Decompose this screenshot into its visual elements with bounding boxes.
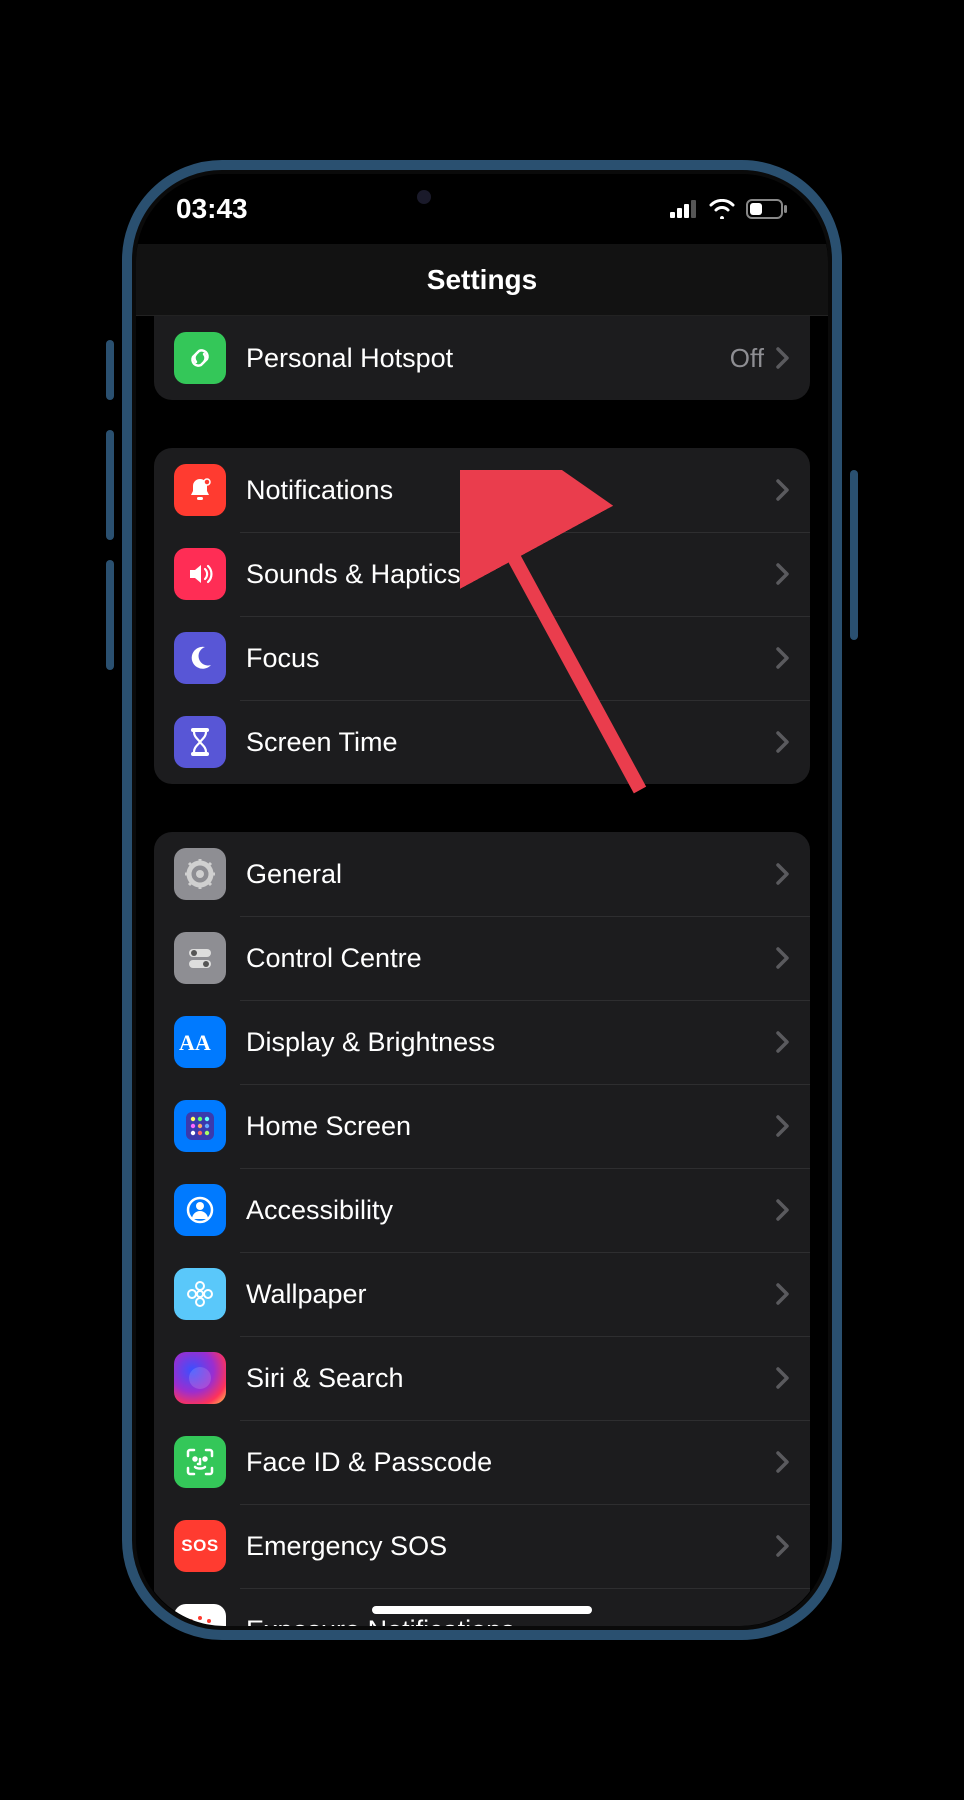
wifi-icon xyxy=(708,199,736,219)
aa-icon: AA xyxy=(174,1016,226,1068)
battery-icon xyxy=(746,199,788,219)
settings-row-personal-hotspot[interactable]: Personal HotspotOff xyxy=(154,316,810,400)
home-indicator[interactable] xyxy=(372,1606,592,1614)
row-label: Accessibility xyxy=(246,1195,776,1226)
settings-group: Notifications Sounds & Haptics Focus Screen… xyxy=(154,448,810,784)
row-label: Exposure Notifications xyxy=(246,1615,776,1627)
person-icon xyxy=(174,1184,226,1236)
settings-list[interactable]: Personal HotspotOff Notifications Sounds &… xyxy=(136,316,828,1626)
faceid-icon xyxy=(174,1436,226,1488)
status-icons xyxy=(670,199,788,219)
settings-group: General Control Centre AA Display & Brightn… xyxy=(154,832,810,1626)
row-value: Off xyxy=(730,343,764,374)
chevron-right-icon xyxy=(776,1619,790,1626)
nav-header: Settings xyxy=(136,244,828,316)
row-label: General xyxy=(246,859,776,890)
settings-row-general[interactable]: General xyxy=(154,832,810,916)
row-label: Siri & Search xyxy=(246,1363,776,1394)
sos-icon: SOS xyxy=(174,1520,226,1572)
chevron-right-icon xyxy=(776,563,790,585)
row-label: Face ID & Passcode xyxy=(246,1447,776,1478)
chevron-right-icon xyxy=(776,1367,790,1389)
chevron-right-icon xyxy=(776,731,790,753)
settings-row-notifications[interactable]: Notifications xyxy=(154,448,810,532)
row-label: Emergency SOS xyxy=(246,1531,776,1562)
page-title: Settings xyxy=(427,264,537,296)
settings-row-sounds-haptics[interactable]: Sounds & Haptics xyxy=(154,532,810,616)
settings-row-display-brightness[interactable]: AA Display & Brightness xyxy=(154,1000,810,1084)
row-label: Wallpaper xyxy=(246,1279,776,1310)
row-label: Focus xyxy=(246,643,776,674)
chevron-right-icon xyxy=(776,947,790,969)
settings-row-control-centre[interactable]: Control Centre xyxy=(154,916,810,1000)
chevron-right-icon xyxy=(776,647,790,669)
hourglass-icon xyxy=(174,716,226,768)
row-label: Personal Hotspot xyxy=(246,343,730,374)
phone-frame: 03:43 xyxy=(122,160,842,1640)
chevron-right-icon xyxy=(776,347,790,369)
row-label: Notifications xyxy=(246,475,776,506)
settings-row-siri-search[interactable]: Siri & Search xyxy=(154,1336,810,1420)
settings-row-home-screen[interactable]: Home Screen xyxy=(154,1084,810,1168)
settings-row-screen-time[interactable]: Screen Time xyxy=(154,700,810,784)
settings-row-accessibility[interactable]: Accessibility xyxy=(154,1168,810,1252)
chevron-right-icon xyxy=(776,479,790,501)
bell-icon xyxy=(174,464,226,516)
volume-up-button xyxy=(106,430,114,540)
settings-row-focus[interactable]: Focus xyxy=(154,616,810,700)
svg-text:AA: AA xyxy=(179,1030,211,1055)
moon-icon xyxy=(174,632,226,684)
row-label: Control Centre xyxy=(246,943,776,974)
chevron-right-icon xyxy=(776,1115,790,1137)
notch xyxy=(357,174,607,218)
row-label: Display & Brightness xyxy=(246,1027,776,1058)
chevron-right-icon xyxy=(776,1199,790,1221)
chevron-right-icon xyxy=(776,1451,790,1473)
power-button xyxy=(850,470,858,640)
speaker-icon xyxy=(174,548,226,600)
flower-icon xyxy=(174,1268,226,1320)
volume-down-button xyxy=(106,560,114,670)
row-label: Screen Time xyxy=(246,727,776,758)
row-label: Sounds & Haptics xyxy=(246,559,776,590)
link-icon xyxy=(174,332,226,384)
gear-icon xyxy=(174,848,226,900)
chevron-right-icon xyxy=(776,1535,790,1557)
settings-group: Personal HotspotOff xyxy=(154,316,810,400)
toggles-icon xyxy=(174,932,226,984)
chevron-right-icon xyxy=(776,1283,790,1305)
settings-row-wallpaper[interactable]: Wallpaper xyxy=(154,1252,810,1336)
siri-icon xyxy=(174,1352,226,1404)
cellular-icon xyxy=(670,200,698,218)
mute-switch xyxy=(106,340,114,400)
chevron-right-icon xyxy=(776,863,790,885)
status-time: 03:43 xyxy=(176,193,248,225)
chevron-right-icon xyxy=(776,1031,790,1053)
grid-icon xyxy=(174,1100,226,1152)
row-label: Home Screen xyxy=(246,1111,776,1142)
settings-row-emergency-sos[interactable]: SOS Emergency SOS xyxy=(154,1504,810,1588)
settings-row-face-id-passcode[interactable]: Face ID & Passcode xyxy=(154,1420,810,1504)
exposure-icon xyxy=(174,1604,226,1626)
